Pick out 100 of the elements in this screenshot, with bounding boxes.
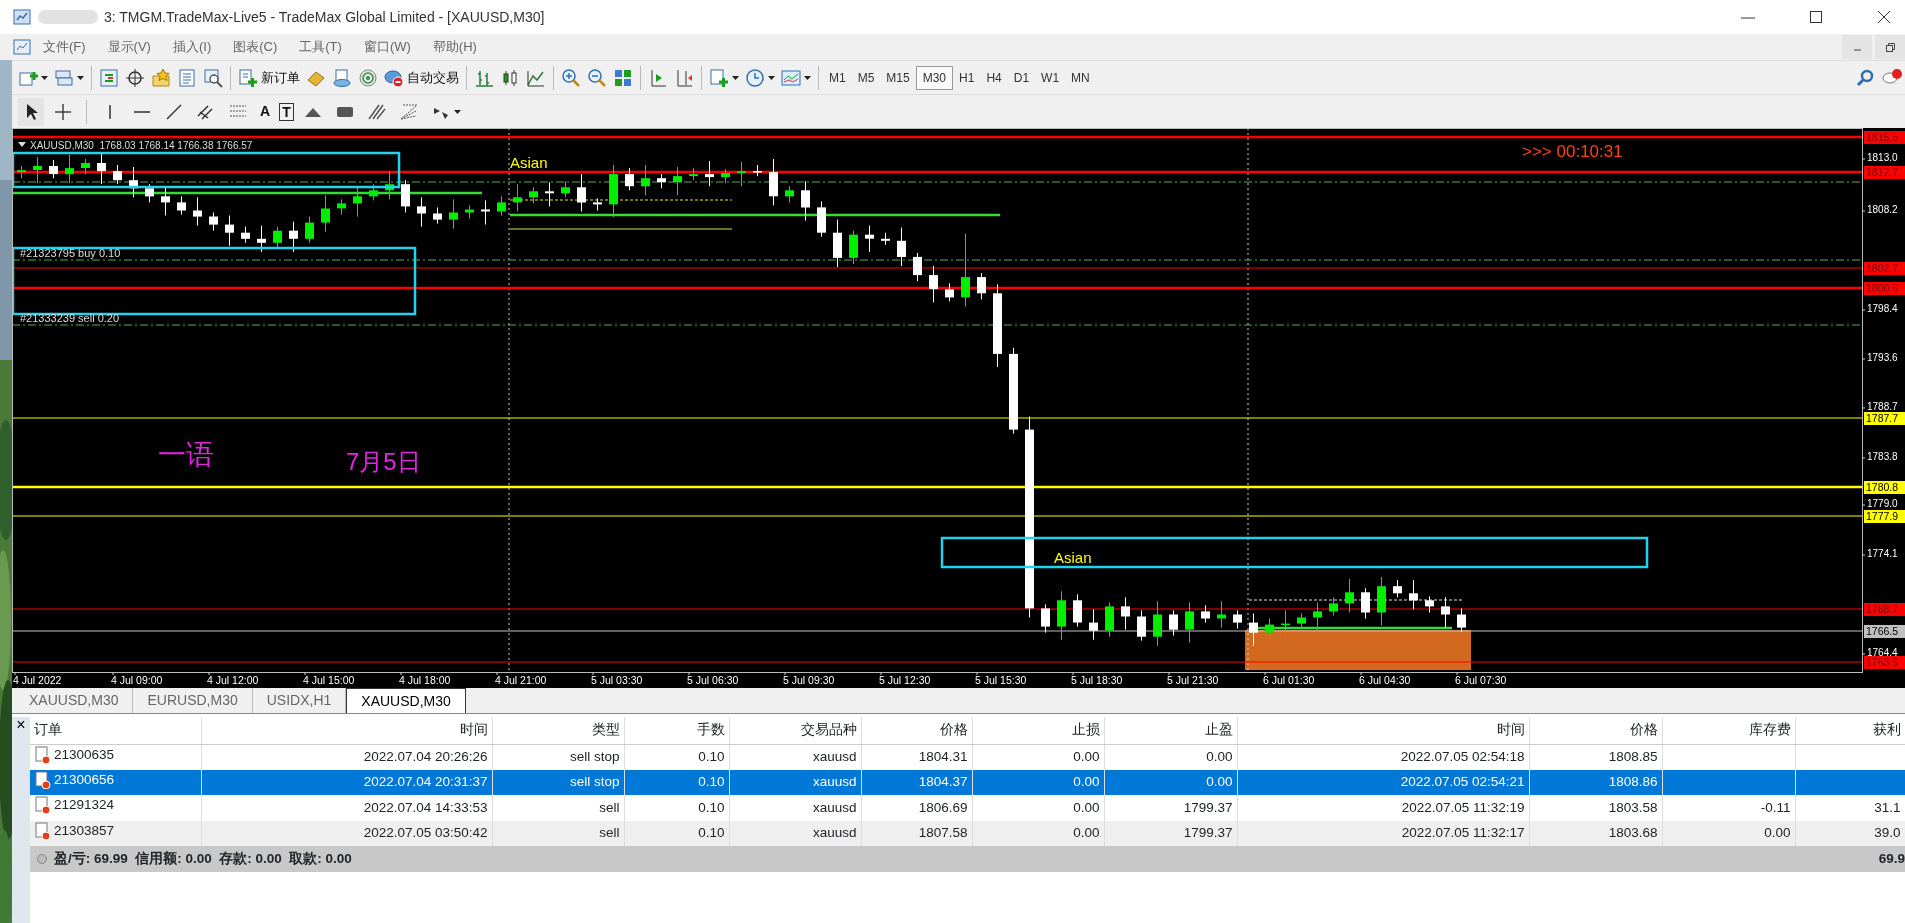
timeframe-button[interactable]: H4 (980, 65, 1008, 90)
session-label: Asian (510, 154, 548, 171)
scroll-right-icon[interactable] (648, 67, 668, 88)
column-header[interactable]: 获利 (1795, 717, 1905, 744)
column-header[interactable]: 交易品种 (729, 717, 861, 744)
order-row[interactable]: 21300635 2022.07.04 20:26:26 sell stop 0.10 xauusd 1804.31 0.00 0.00 2022.07.05 02:54:18 1808.85 (30, 744, 1905, 770)
table-cell: sell (599, 825, 620, 841)
caret-icon[interactable] (732, 75, 739, 80)
timeframe-button[interactable]: M15 (880, 65, 916, 90)
document-cloud-icon[interactable] (332, 67, 352, 88)
order-icon (34, 796, 51, 815)
menu-item[interactable]: 帮助(H) (421, 37, 488, 57)
caret-icon[interactable] (41, 75, 48, 80)
menu-item[interactable]: 文件(F) (32, 37, 97, 57)
price-tag: 1766.5 (1864, 625, 1905, 638)
order-row[interactable]: 21300656 2022.07.04 20:31:37 sell stop 0.10 xauusd 1804.37 0.00 0.00 2022.07.05 02:54:21 1808.86 (30, 769, 1905, 796)
zoom-in-icon[interactable] (561, 67, 581, 88)
dropdown-icon[interactable] (18, 142, 26, 147)
menu-item[interactable]: 显示(V) (96, 37, 162, 57)
time-label: 5 Jul 09:30 (783, 674, 835, 686)
price-label: 1774.1 (1867, 548, 1898, 559)
order-row[interactable]: 21303857 2022.07.05 03:50:42 sell 0.10 xauusd 1807.58 0.00 1799.37 2022.07.05 11:32:17 1803.68 0.00 39.0 (30, 820, 1905, 846)
column-header[interactable]: 价格 (1529, 717, 1662, 744)
price-label: 1764.4 (1867, 647, 1898, 658)
price-label: 1779.0 (1867, 498, 1898, 509)
price-tag: 1768.7 (1864, 603, 1905, 616)
crosshair-icon[interactable] (125, 67, 145, 88)
restore-button[interactable] (1875, 35, 1905, 59)
new-order-button[interactable]: 新订单 (235, 63, 303, 92)
time-label: 4 Jul 15:00 (303, 674, 355, 686)
countdown-text: >>> 00:10:31 (1522, 142, 1623, 161)
price-tag: 1777.9 (1864, 510, 1905, 523)
menu-item[interactable]: 图表(C) (222, 37, 289, 57)
close-button[interactable]: × (12, 717, 30, 733)
order-label: #21323795 buy 0.10 (20, 247, 121, 259)
chart-window-icon[interactable] (12, 37, 32, 57)
caret-icon[interactable] (77, 75, 84, 80)
auto-trading-button[interactable]: 自动交易 (381, 63, 462, 92)
table-cell: 2022.07.05 11:32:19 (1401, 799, 1525, 815)
timeframe-button[interactable]: W1 (1035, 65, 1066, 90)
caret-icon[interactable] (453, 109, 461, 114)
restore-icon[interactable] (1885, 42, 1895, 52)
trend-line-icon[interactable] (164, 101, 184, 122)
table-cell: 2022.07.04 20:31:37 (363, 774, 488, 790)
column-header[interactable]: 时间 (1237, 717, 1529, 744)
timeframe-button[interactable]: H1 (953, 65, 981, 90)
column-header[interactable]: 止损 (972, 717, 1104, 744)
menu-item[interactable]: 工具(T) (288, 37, 353, 57)
close-icon[interactable] (1875, 8, 1893, 26)
text-label-tool[interactable]: T (279, 102, 294, 121)
time-label: 6 Jul 07:30 (1455, 674, 1507, 686)
search-icon[interactable] (1856, 67, 1876, 88)
fibo-fan-icon[interactable] (398, 101, 419, 122)
table-cell: 1803.58 (1608, 799, 1658, 815)
order-row[interactable]: 21291324 2022.07.04 14:33:53 sell 0.10 xauusd 1806.69 0.00 1799.37 2022.07.05 11:32:19 1803.58 -0.11 31.1 (30, 795, 1905, 821)
star-folder-icon[interactable] (151, 67, 171, 88)
column-header[interactable]: 类型 (492, 717, 624, 744)
column-header[interactable]: 时间 (201, 717, 492, 744)
chart-tab[interactable]: XAUUSD,M30 (15, 688, 134, 713)
chart-tab[interactable]: EURUSD,M30 (133, 688, 253, 713)
menu-item[interactable]: 窗口(W) (352, 37, 422, 57)
zoom-out-icon[interactable] (587, 67, 607, 88)
timeframe-button[interactable]: M30 (915, 65, 954, 90)
text-tool[interactable]: A (257, 97, 274, 126)
column-header[interactable]: 手数 (624, 717, 729, 744)
column-header[interactable]: 止盈 (1104, 717, 1237, 744)
table-cell: -0.11 (1760, 799, 1791, 815)
chart-tab[interactable]: XAUUSD,M30 (346, 688, 466, 713)
timeframe-button[interactable]: D1 (1007, 65, 1036, 90)
table-cell: sell (599, 799, 620, 815)
column-header[interactable]: 订单 (30, 717, 201, 744)
windows-icon (54, 67, 74, 88)
time-label: 4 Jul 2022 (13, 674, 62, 686)
table-cell: 1804.31 (918, 749, 968, 765)
candlestick-icon[interactable] (500, 67, 520, 88)
timeframe-button[interactable]: M5 (851, 65, 881, 90)
status-icon (36, 853, 48, 865)
chart-shift-icon[interactable] (674, 67, 694, 88)
timeframe-button[interactable]: MN (1065, 65, 1096, 90)
app-icon (12, 7, 32, 27)
price-tag: 1800.6 (1864, 282, 1905, 295)
caret-icon[interactable] (804, 75, 811, 80)
time-label: 4 Jul 18:00 (399, 674, 451, 686)
table-cell: 1808.85 (1608, 749, 1658, 765)
magnifier-chart-icon[interactable] (203, 67, 223, 88)
column-header[interactable]: 价格 (861, 717, 972, 744)
timeframe-button[interactable]: M1 (823, 65, 852, 90)
market-watch-icon[interactable] (99, 67, 119, 88)
table-cell: 0.00 (1073, 825, 1100, 841)
grid-icon[interactable] (613, 67, 633, 88)
menu-item[interactable]: 插入(I) (161, 37, 223, 57)
maximize-icon[interactable] (1807, 8, 1825, 26)
symbol-info: XAUUSD,M30 1768.03 1768.14 1766.38 1766.57 (30, 140, 253, 151)
table-cell-text: 21291324 (54, 796, 115, 815)
signal-icon[interactable] (358, 67, 378, 88)
time-label: 5 Jul 06:30 (687, 674, 739, 686)
time-label: 4 Jul 09:00 (111, 674, 163, 686)
column-header[interactable]: 库存费 (1662, 717, 1795, 744)
caret-icon[interactable] (768, 75, 775, 80)
stop-badge-icon (384, 67, 404, 88)
